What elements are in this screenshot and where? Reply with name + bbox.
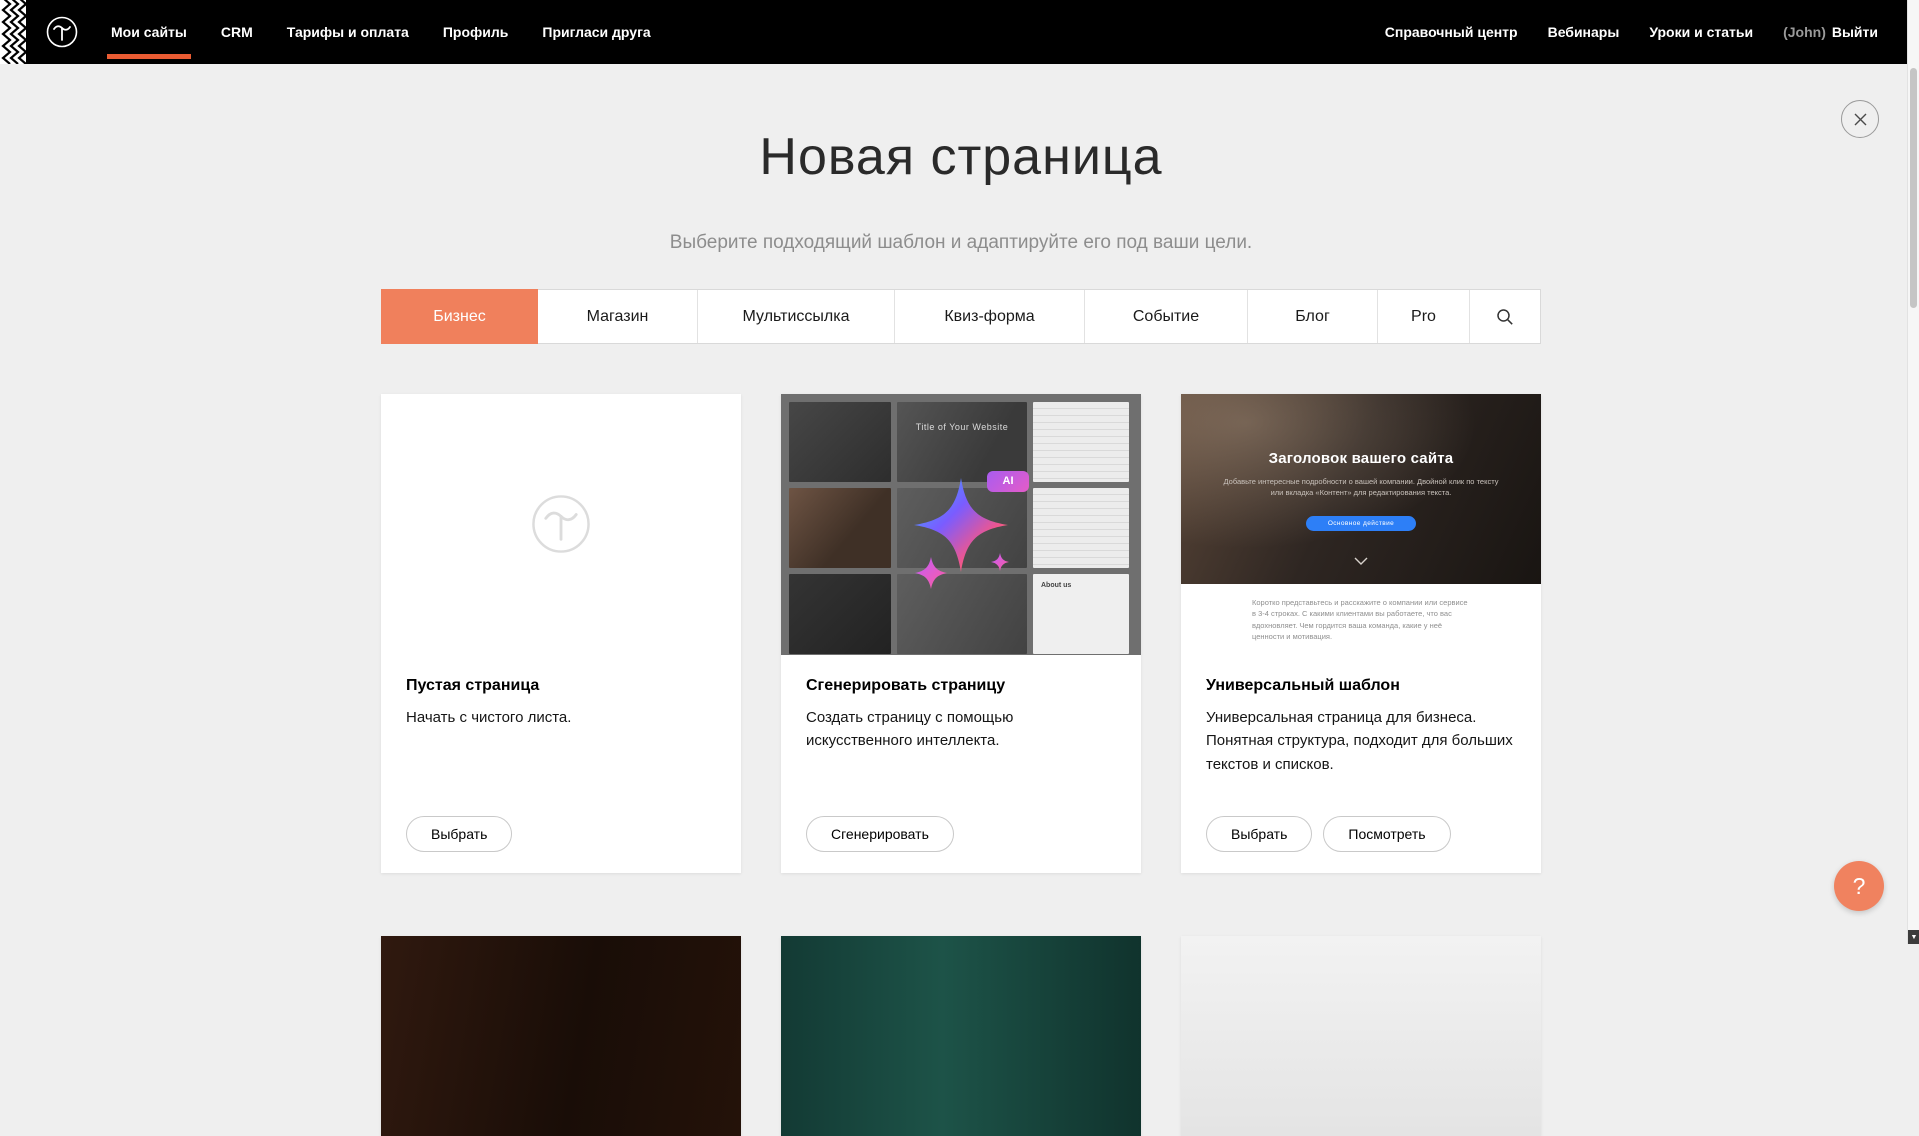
preview-hero-subtitle: Добавьте интересные подробности о вашей …: [1221, 476, 1501, 499]
preview-universal-button[interactable]: Посмотреть: [1323, 816, 1450, 852]
card-title: Универсальный шаблон: [1206, 677, 1516, 695]
preview-body-text: Коротко представьтесь и расскажите о ком…: [1252, 597, 1470, 642]
card-actions: Выбрать: [406, 816, 512, 852]
tab-multilink[interactable]: Мультиссылка: [698, 290, 895, 343]
zigzag-pattern: [0, 0, 26, 64]
tab-business[interactable]: Бизнес: [381, 289, 538, 344]
close-button[interactable]: [1841, 100, 1879, 138]
tilda-logo-icon[interactable]: [42, 12, 82, 52]
tab-pro[interactable]: Pro: [1378, 290, 1470, 343]
ai-sparkle-icon: [781, 394, 1141, 655]
template-cards-row: Пустая страница Начать с чистого листа. …: [381, 394, 1541, 873]
nav-profile[interactable]: Профиль: [426, 0, 526, 64]
chevron-down-icon: [1354, 552, 1368, 570]
template-preview-partial[interactable]: [1181, 936, 1541, 1136]
tab-blog[interactable]: Блог: [1248, 290, 1378, 343]
logout-link[interactable]: Выйти: [1832, 24, 1878, 40]
nav-help-center[interactable]: Справочный центр: [1370, 24, 1533, 40]
nav-webinars[interactable]: Вебинары: [1533, 24, 1635, 40]
card-description: Универсальная страница для бизнеса. Поня…: [1206, 706, 1516, 776]
main-nav: Мои сайты CRM Тарифы и оплата Профиль Пр…: [94, 0, 668, 64]
tab-quiz-form[interactable]: Квиз-форма: [895, 290, 1085, 343]
select-blank-button[interactable]: Выбрать: [406, 816, 512, 852]
universal-preview-hero: Заголовок вашего сайта Добавьте интересн…: [1181, 394, 1541, 584]
card-actions: Выбрать Посмотреть: [1206, 816, 1451, 852]
search-icon: [1496, 308, 1514, 326]
card-blank-page: Пустая страница Начать с чистого листа. …: [381, 394, 741, 873]
template-cards-row-partial: [381, 936, 1541, 1136]
card-ai-generate: Title of Your Website About us: [781, 394, 1141, 873]
card-description: Начать с чистого листа.: [406, 706, 716, 729]
nav-user-logout[interactable]: (John) Выйти: [1768, 24, 1893, 40]
page-subtitle: Выберите подходящий шаблон и адаптируйте…: [381, 232, 1541, 254]
template-category-tabs: Бизнес Магазин Мультиссылка Квиз-форма С…: [381, 289, 1541, 344]
tab-search[interactable]: [1470, 290, 1540, 343]
nav-tariffs[interactable]: Тарифы и оплата: [270, 0, 426, 64]
generate-button[interactable]: Сгенерировать: [806, 816, 954, 852]
universal-preview-body: Коротко представьтесь и расскажите о ком…: [1181, 584, 1541, 657]
nav-crm[interactable]: CRM: [204, 0, 270, 64]
tab-event[interactable]: Событие: [1085, 290, 1248, 343]
page-scrollbar[interactable]: ▼: [1907, 0, 1919, 944]
scrollbar-down-arrow[interactable]: ▼: [1908, 930, 1919, 944]
card-description: Создать страницу с помощью искусственног…: [806, 706, 1116, 753]
card-title: Пустая страница: [406, 677, 716, 695]
close-icon: [1853, 112, 1868, 127]
top-navbar: Мои сайты CRM Тарифы и оплата Профиль Пр…: [0, 0, 1919, 64]
scrollbar-thumb[interactable]: [1910, 68, 1917, 308]
card-universal-template: Заголовок вашего сайта Добавьте интересн…: [1181, 394, 1541, 873]
secondary-nav: Справочный центр Вебинары Уроки и статьи…: [1370, 24, 1893, 40]
template-preview-partial[interactable]: [781, 936, 1141, 1136]
select-universal-button[interactable]: Выбрать: [1206, 816, 1312, 852]
card-actions: Сгенерировать: [806, 816, 954, 852]
nav-invite-friend[interactable]: Пригласи друга: [525, 0, 667, 64]
nav-my-sites[interactable]: Мои сайты: [94, 0, 204, 64]
preview-hero-button: Основное действие: [1306, 516, 1416, 531]
ai-preview-collage: Title of Your Website About us: [781, 394, 1141, 655]
card-title: Сгенерировать страницу: [806, 677, 1116, 695]
preview-hero-title: Заголовок вашего сайта: [1181, 450, 1541, 467]
page-title: Новая страница: [381, 128, 1541, 188]
template-preview-partial[interactable]: [381, 936, 741, 1136]
ai-badge: AI: [987, 471, 1029, 492]
tab-shop[interactable]: Магазин: [538, 290, 698, 343]
help-button[interactable]: ?: [1834, 861, 1884, 911]
user-name: (John): [1783, 24, 1826, 40]
tilda-watermark-icon: [523, 486, 599, 562]
nav-lessons[interactable]: Уроки и статьи: [1634, 24, 1768, 40]
